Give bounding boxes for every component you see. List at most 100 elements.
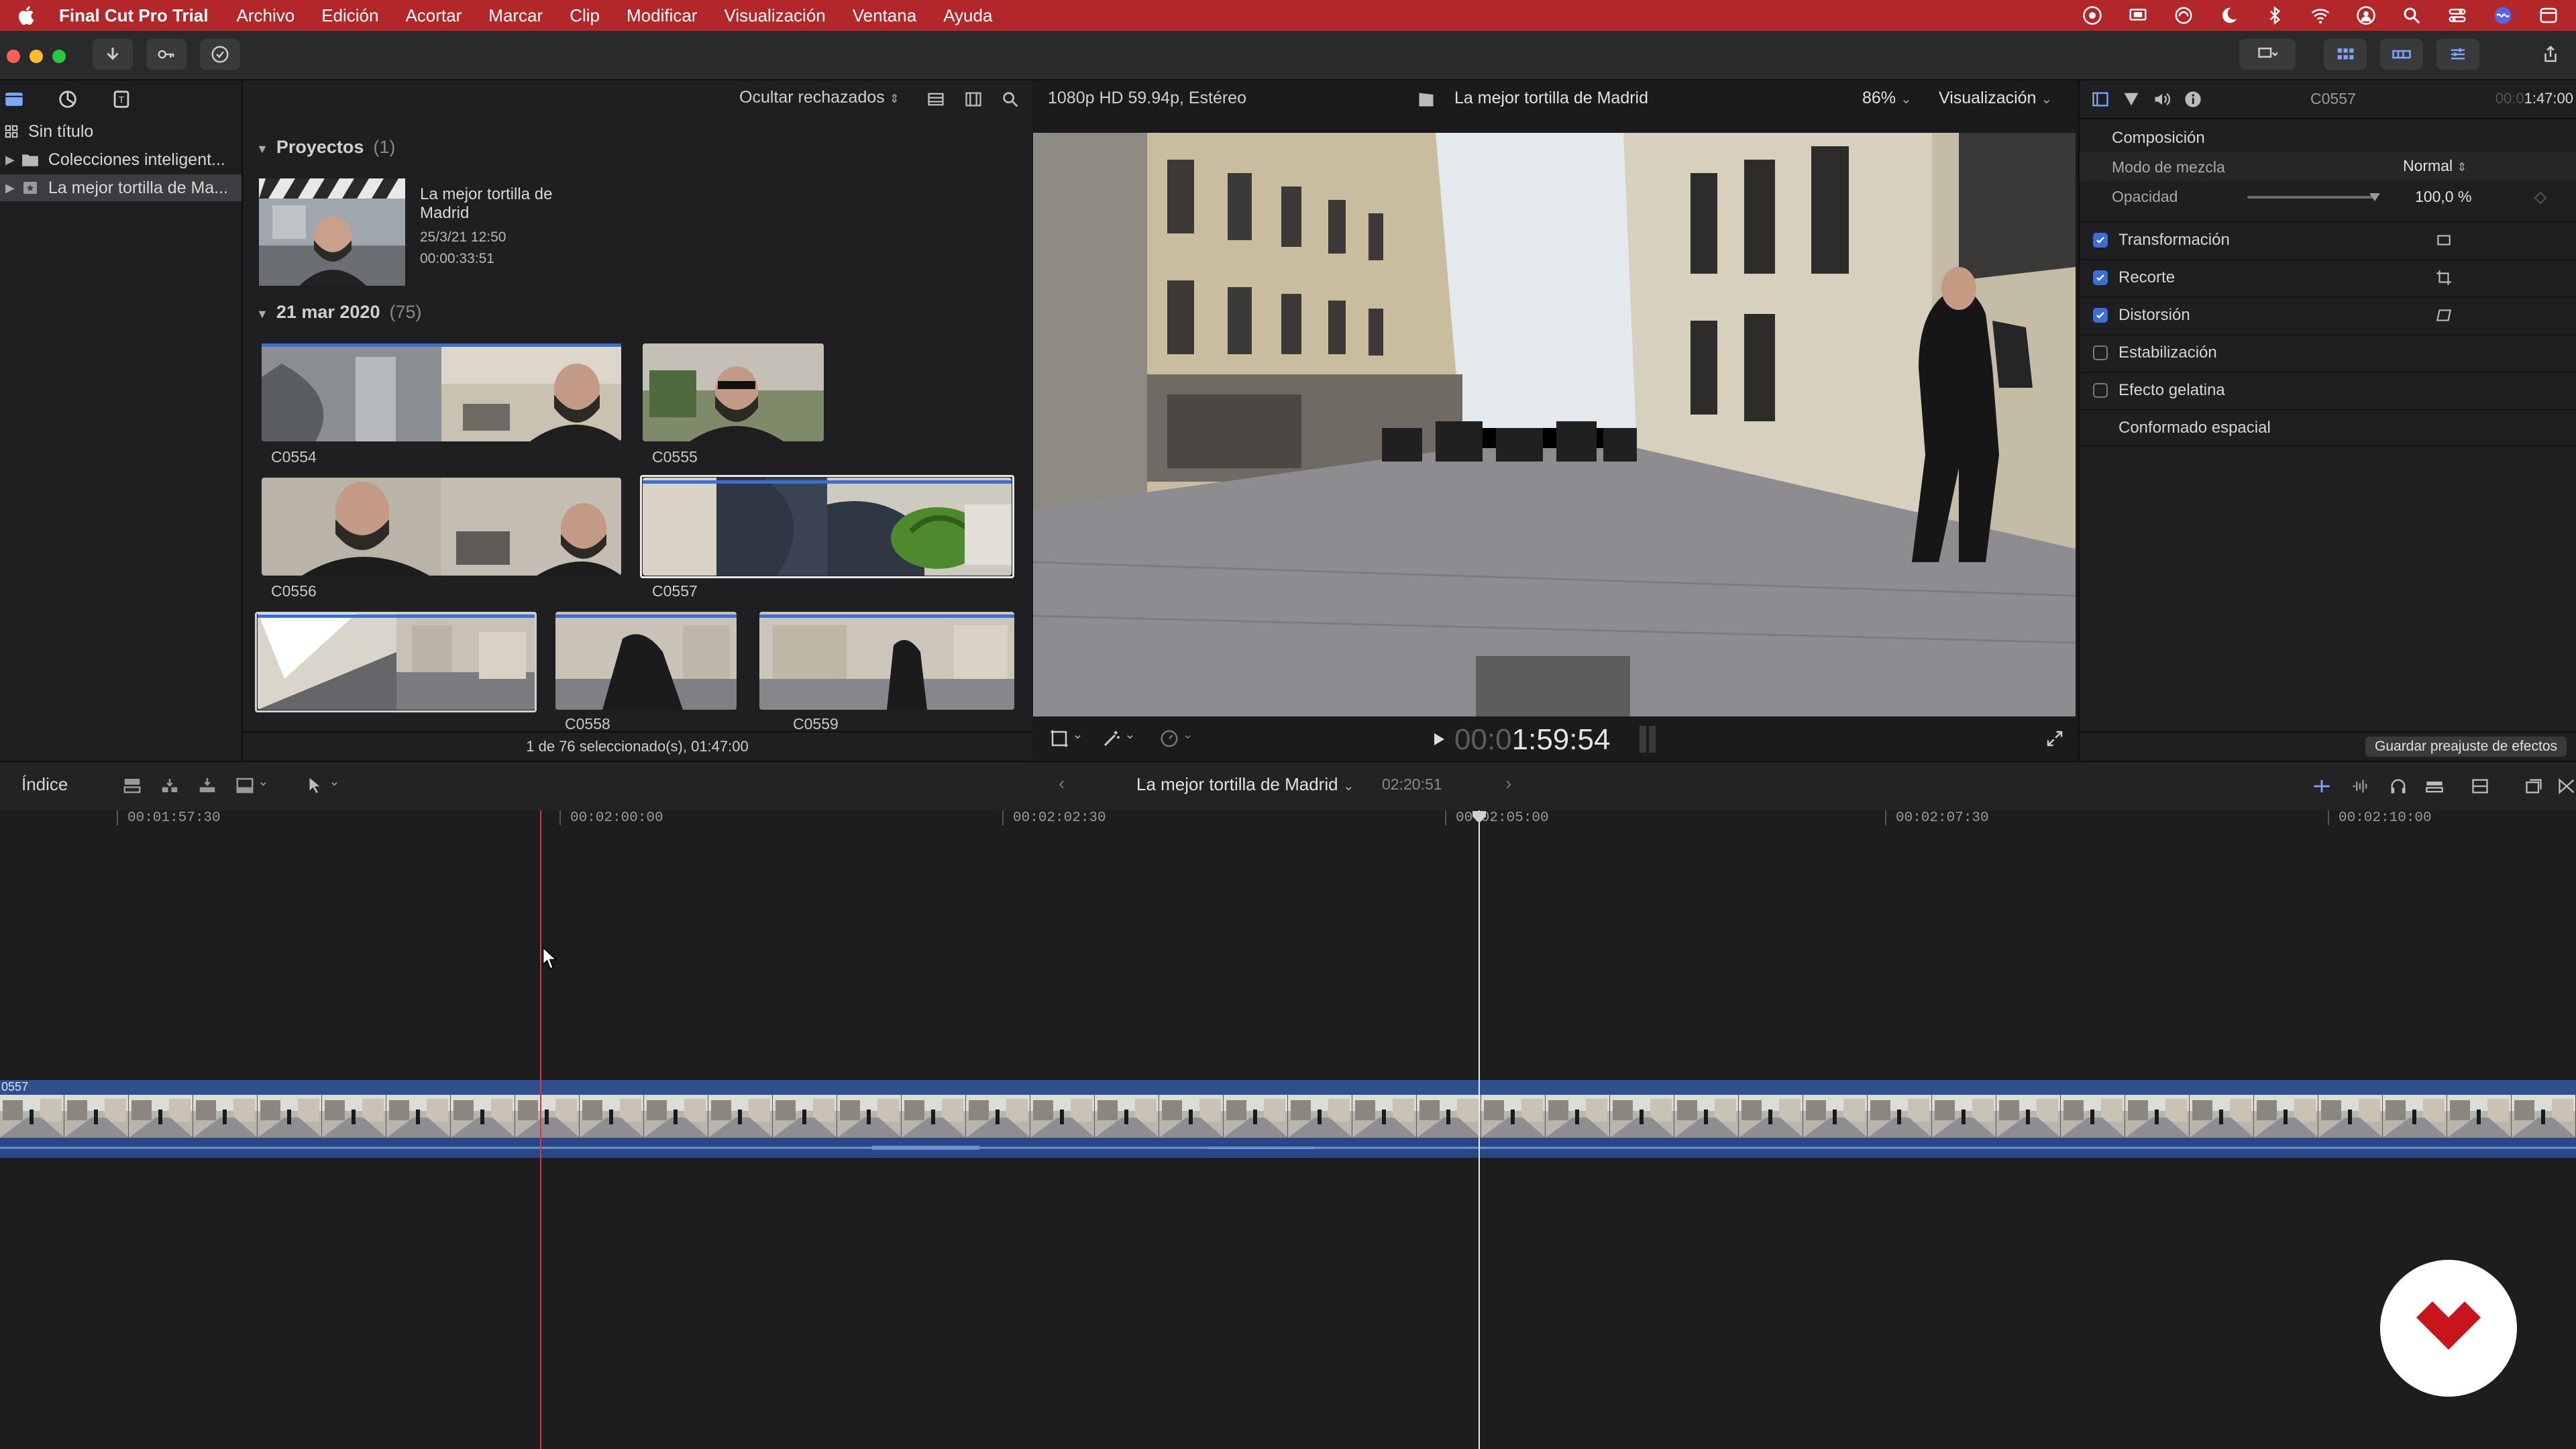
clip-thumbnail-c0559[interactable] <box>759 612 1014 710</box>
checkbox-checked[interactable] <box>2093 233 2108 248</box>
transform-crop-icon[interactable] <box>1049 729 1069 749</box>
audio-inspector-icon[interactable] <box>2152 90 2172 109</box>
video-inspector-icon[interactable] <box>2090 90 2110 109</box>
show-browser-button[interactable] <box>2324 39 2367 70</box>
effect-row-rolling-shutter[interactable]: Efecto gelatina <box>2080 372 2576 408</box>
distort-onscreen-icon[interactable] <box>2435 307 2453 324</box>
timeline-ruler[interactable]: 00:01:57:30 00:02:00:00 00:02:02:30 00:0… <box>0 810 2576 828</box>
menu-edicion[interactable]: Edición <box>321 5 378 26</box>
moon-icon[interactable] <box>2218 5 2241 25</box>
keywords-button[interactable] <box>146 39 186 70</box>
headphones-icon[interactable] <box>2387 777 2410 796</box>
disclosure-triangle-icon[interactable]: ▶ <box>5 153 15 167</box>
menu-marcar[interactable]: Marcar <box>488 5 543 26</box>
show-inspector-button[interactable] <box>2436 39 2479 70</box>
menu-clip[interactable]: Clip <box>570 5 600 26</box>
chevron-down-icon[interactable]: ⌄ <box>329 773 340 790</box>
timeline-project-popup[interactable]: La mejor tortilla de Madrid ⌄ <box>1136 774 1354 795</box>
index-button[interactable]: Índice <box>21 774 68 795</box>
chevron-down-icon[interactable]: ⌄ <box>1124 726 1136 743</box>
opacity-slider-track[interactable] <box>2247 196 2375 199</box>
titles-generators-icon[interactable]: T <box>110 88 133 111</box>
transform-onscreen-icon[interactable] <box>2435 231 2453 249</box>
effect-row-distort[interactable]: Distorsión <box>2080 297 2576 333</box>
minimize-window-button[interactable] <box>30 50 43 63</box>
effect-row-spatial-conform[interactable]: Conformado espacial <box>2080 409 2576 447</box>
chevron-down-icon[interactable]: ⌄ <box>1182 726 1193 743</box>
checkbox-checked[interactable] <box>2093 270 2108 285</box>
history-back-icon[interactable]: ‹ <box>1059 773 1065 794</box>
apple-icon[interactable] <box>15 3 39 28</box>
fullscreen-icon[interactable] <box>2045 729 2065 749</box>
search-icon[interactable] <box>2400 5 2423 25</box>
menu-archivo[interactable]: Archivo <box>236 5 294 26</box>
menu-ayuda[interactable]: Ayuda <box>943 5 992 26</box>
view-menu-popup[interactable]: Visualización ⌄ <box>1939 89 2052 108</box>
bluetooth-icon[interactable] <box>2263 5 2286 25</box>
filmstrip-view-icon[interactable] <box>963 90 983 109</box>
notification-center-icon[interactable] <box>2537 5 2560 25</box>
effects-browser-icon[interactable] <box>2522 777 2545 796</box>
disclosure-triangle-icon[interactable]: ▶ <box>5 181 15 195</box>
creative-cloud-icon[interactable] <box>2081 5 2104 25</box>
append-clip-icon[interactable] <box>196 775 219 796</box>
clip-thumbnail-c0556[interactable] <box>262 478 621 576</box>
insert-clip-icon[interactable] <box>158 775 181 796</box>
timeline-clip-filmstrip[interactable] <box>0 1095 2576 1138</box>
event-section-header[interactable]: ▼ 21 mar 2020 (75) <box>256 302 421 323</box>
wifi-icon[interactable] <box>2309 5 2332 25</box>
control-center-icon[interactable] <box>2446 5 2469 25</box>
playhead-handle[interactable] <box>1472 810 1487 824</box>
skimming-icon[interactable] <box>2310 777 2333 796</box>
connect-clip-icon[interactable] <box>121 775 144 796</box>
save-effects-preset-button[interactable]: Guardar preajuste de efectos <box>2365 737 2567 757</box>
info-inspector-icon[interactable] <box>2183 90 2203 109</box>
user-icon[interactable] <box>2355 5 2377 25</box>
sidebar-item-library[interactable]: Sin título <box>0 118 241 145</box>
projects-section-header[interactable]: ▼ Proyectos (1) <box>256 137 395 158</box>
cloud-sync-icon[interactable] <box>2172 5 2195 25</box>
overwrite-clip-icon[interactable] <box>233 775 256 796</box>
zoom-popup[interactable]: 86% ⌄ <box>1862 89 1912 108</box>
timeline-clip-header[interactable]: 0557 <box>0 1080 2576 1095</box>
close-window-button[interactable] <box>7 50 20 63</box>
opacity-slider-knob[interactable] <box>2368 191 2381 204</box>
menu-modificar[interactable]: Modificar <box>627 5 697 26</box>
clip-appearance-icon[interactable] <box>926 90 946 109</box>
disclosure-triangle-icon[interactable]: ▼ <box>256 142 268 156</box>
crop-onscreen-icon[interactable] <box>2435 269 2453 286</box>
play-icon[interactable] <box>1430 731 1446 747</box>
filter-popup[interactable]: Ocultar rechazados ⇕ <box>739 88 900 107</box>
video-frame[interactable] <box>1033 133 2076 716</box>
photos-audio-icon[interactable] <box>56 88 79 111</box>
effect-row-stabilization[interactable]: Estabilización <box>2080 334 2576 370</box>
audio-skimming-icon[interactable] <box>2349 777 2372 796</box>
siri-icon[interactable] <box>2491 5 2514 25</box>
menu-acortar[interactable]: Acortar <box>405 5 462 26</box>
snapping-icon[interactable] <box>2423 777 2446 796</box>
chevron-down-icon[interactable]: ⌄ <box>258 773 269 790</box>
clip-thumbnail-c0555[interactable] <box>643 343 824 441</box>
menu-visualizacion[interactable]: Visualización <box>724 5 825 26</box>
checkbox-checked[interactable] <box>2093 308 2108 323</box>
workspace-menu-button[interactable] <box>2239 39 2296 70</box>
checkbox-unchecked[interactable] <box>2093 383 2108 398</box>
screen-share-icon[interactable] <box>2127 5 2149 25</box>
project-thumbnail[interactable] <box>259 178 405 286</box>
import-button[interactable] <box>93 39 133 70</box>
keyframe-diamond-icon[interactable] <box>2533 191 2548 205</box>
speed-gauge-icon[interactable] <box>1159 729 1179 749</box>
effect-row-crop[interactable]: Recorte <box>2080 259 2576 295</box>
disclosure-triangle-icon[interactable]: ▼ <box>256 307 268 321</box>
sidebar-item-event[interactable]: ▶ La mejor tortilla de Ma... <box>0 174 241 201</box>
clip-thumbnail-c0558[interactable] <box>555 612 737 710</box>
effect-row-transform[interactable]: Transformación <box>2080 221 2576 258</box>
clip-thumbnail-c0554[interactable] <box>262 343 621 441</box>
opacity-value-field[interactable]: 100,0 % <box>2415 188 2471 206</box>
show-timeline-button[interactable] <box>2380 39 2423 70</box>
transitions-browser-icon[interactable] <box>2557 777 2576 796</box>
menu-ventana[interactable]: Ventana <box>853 5 916 26</box>
timeline-audio-waveform[interactable] <box>0 1138 2576 1158</box>
clip-appearance-icon[interactable] <box>2469 777 2491 796</box>
zoom-window-button[interactable] <box>52 50 66 63</box>
